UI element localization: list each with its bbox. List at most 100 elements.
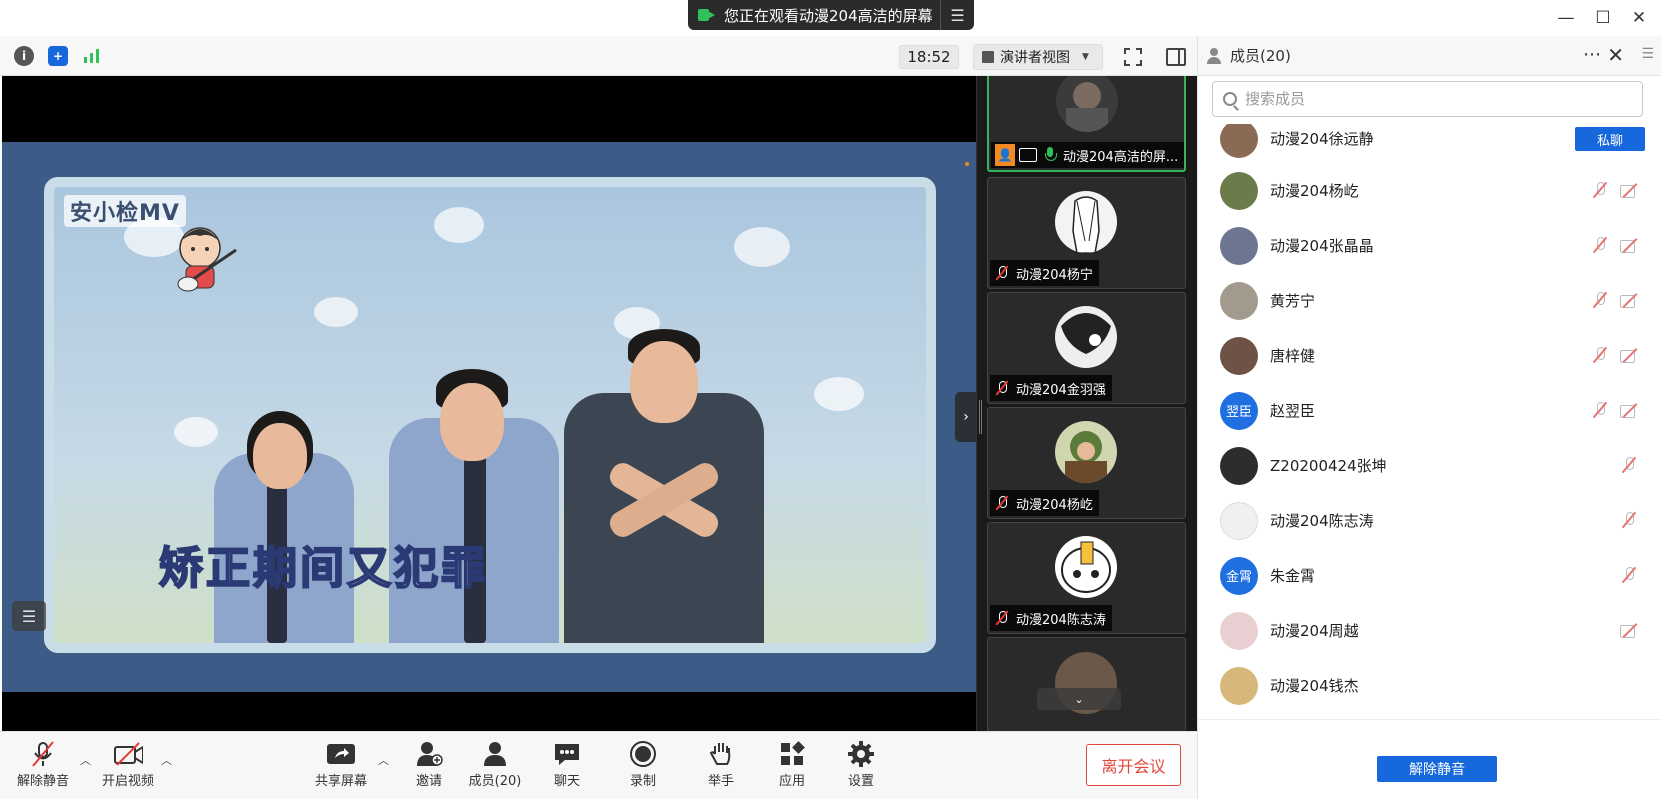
chevron-down-icon[interactable]: ⌄	[1037, 688, 1121, 710]
close-icon[interactable]: ✕	[1626, 6, 1652, 30]
list-item[interactable]: 动漫204张晶晶	[1198, 218, 1661, 273]
camera-off-icon[interactable]	[1620, 292, 1642, 308]
fullscreen-icon[interactable]	[1120, 44, 1146, 70]
thumbnail-item[interactable]: 动漫204杨宁	[987, 177, 1186, 289]
thumbnail-item[interactable]: 动漫204杨屹	[987, 407, 1186, 519]
avatar	[1056, 76, 1118, 132]
mic-muted-icon	[994, 380, 1010, 396]
apps-icon	[777, 740, 807, 768]
raise-hand-button[interactable]: 举手	[689, 740, 753, 796]
camera-off-icon	[113, 740, 143, 768]
video-caption: 矫正期间又犯罪	[158, 542, 488, 595]
meeting-toolbar: i + 18:52 演讲者视图 ▼	[0, 36, 1197, 76]
chat-button[interactable]: 聊天	[535, 740, 599, 796]
mic-muted-icon[interactable]	[1620, 456, 1638, 474]
list-icon[interactable]: ☰	[1641, 46, 1654, 62]
mic-muted-icon[interactable]	[1591, 401, 1609, 419]
share-screen-icon	[326, 740, 356, 768]
list-item[interactable]: 动漫204钱杰	[1198, 658, 1661, 713]
minimize-icon[interactable]: —	[1553, 6, 1579, 30]
mic-muted-icon[interactable]	[1591, 236, 1609, 254]
mascot-logo	[170, 220, 242, 296]
invite-button[interactable]: 邀请	[397, 740, 461, 796]
member-name: 动漫204张晶晶	[1270, 237, 1374, 255]
chevron-up-icon[interactable]: ︿	[161, 752, 172, 768]
camera-off-icon[interactable]	[1620, 622, 1642, 638]
settings-button[interactable]: 设置	[829, 740, 893, 796]
list-item[interactable]: 动漫204周越	[1198, 603, 1661, 658]
mic-muted-icon[interactable]	[1591, 291, 1609, 309]
unmute-all-button[interactable]: 解除静音	[1377, 756, 1497, 782]
list-icon[interactable]: ☰	[12, 601, 46, 631]
list-item[interactable]: 唐梓健	[1198, 328, 1661, 383]
chevron-up-icon[interactable]: ︿	[378, 752, 389, 768]
presenter-figure	[384, 369, 564, 643]
video-camera-icon	[698, 8, 716, 22]
thumbnail-item[interactable]: 👤 动漫204高洁的屏...	[987, 76, 1186, 172]
participant-thumbnails: 👤 动漫204高洁的屏... 动漫204杨宁 动漫204金羽强 动漫204杨屹	[976, 76, 1197, 731]
member-search[interactable]	[1212, 81, 1643, 117]
list-item[interactable]: 黄芳宁	[1198, 273, 1661, 328]
camera-off-icon[interactable]	[1620, 402, 1642, 418]
leave-meeting-button[interactable]: 离开会议	[1086, 744, 1181, 786]
avatar	[1220, 611, 1258, 650]
mic-muted-icon[interactable]	[1620, 511, 1638, 529]
list-item[interactable]: Z20200424张坤	[1198, 438, 1661, 493]
member-name: 动漫204陈志涛	[1270, 512, 1374, 530]
unmute-button[interactable]: 解除静音	[11, 740, 75, 796]
screen-share-banner[interactable]: 您正在观看动漫204高洁的屏幕 ☰	[688, 0, 974, 30]
thumbnail-label: 👤 动漫204高洁的屏...	[991, 142, 1184, 168]
avatar	[1055, 421, 1117, 483]
mic-on-icon	[1043, 147, 1057, 163]
signal-icon[interactable]	[82, 46, 102, 66]
member-name: 动漫204钱杰	[1270, 677, 1359, 695]
camera-off-icon[interactable]	[1620, 347, 1642, 363]
maximize-icon[interactable]: ☐	[1590, 6, 1616, 30]
close-icon[interactable]: ✕	[1607, 43, 1624, 67]
info-icon[interactable]: i	[14, 46, 34, 66]
chevron-up-icon[interactable]: ︿	[80, 752, 91, 768]
members-panel-header: 成员(20) ⋯ ✕ ☰	[1198, 36, 1661, 76]
apps-button[interactable]: 应用	[760, 740, 824, 796]
share-banner-text: 您正在观看动漫204高洁的屏幕	[724, 6, 933, 25]
camera-off-icon[interactable]	[1620, 237, 1642, 253]
list-item[interactable]: 动漫204杨屹	[1198, 163, 1661, 218]
member-name: 赵翌臣	[1270, 402, 1316, 420]
list-icon[interactable]: ☰	[940, 0, 974, 30]
share-screen-button[interactable]: 共享屏幕	[309, 740, 373, 796]
search-input[interactable]	[1245, 90, 1625, 108]
thumbnail-item[interactable]: 动漫204陈志涛	[987, 522, 1186, 634]
chat-icon	[552, 740, 582, 768]
list-item[interactable]: 动漫204徐远静 私聊	[1198, 124, 1661, 166]
thumbnail-item[interactable]: 动漫204金羽强	[987, 292, 1186, 404]
mic-muted-icon[interactable]	[1620, 566, 1638, 584]
list-item[interactable]: 金霄 朱金霄	[1198, 548, 1661, 603]
video-frame: 安小检MV 矫正期间又犯罪	[2, 142, 976, 692]
record-button[interactable]: 录制	[611, 740, 675, 796]
list-item[interactable]: 翌臣 赵翌臣	[1198, 383, 1661, 438]
person-icon	[1206, 47, 1222, 64]
private-chat-button[interactable]: 私聊	[1575, 127, 1645, 151]
start-video-button[interactable]: 开启视频	[96, 740, 160, 796]
member-name: 唐梓健	[1270, 347, 1316, 365]
meeting-clock: 18:52	[899, 45, 959, 69]
view-selector[interactable]: 演讲者视图 ▼	[973, 44, 1103, 70]
members-title: 成员(20)	[1230, 47, 1291, 65]
thumbnail-item[interactable]	[987, 637, 1186, 731]
avatar	[1055, 306, 1117, 368]
chevron-right-icon[interactable]: ›	[955, 392, 977, 442]
mic-muted-icon[interactable]	[1591, 346, 1609, 364]
mic-muted-icon[interactable]	[1591, 181, 1609, 199]
camera-off-icon[interactable]	[1620, 182, 1642, 198]
members-panel-footer: 解除静音	[1198, 719, 1661, 799]
avatar	[1220, 336, 1258, 375]
members-button[interactable]: 成员(20)	[463, 740, 527, 796]
presenter-figure	[564, 329, 764, 643]
mv-watermark: 安小检MV	[64, 195, 186, 227]
shield-icon[interactable]: +	[48, 46, 68, 66]
side-panel-icon[interactable]	[1163, 44, 1189, 70]
resize-handle[interactable]	[979, 400, 982, 434]
avatar	[1055, 191, 1117, 253]
list-item[interactable]: 动漫204陈志涛	[1198, 493, 1661, 548]
more-options-icon[interactable]: ⋯	[1583, 44, 1602, 65]
